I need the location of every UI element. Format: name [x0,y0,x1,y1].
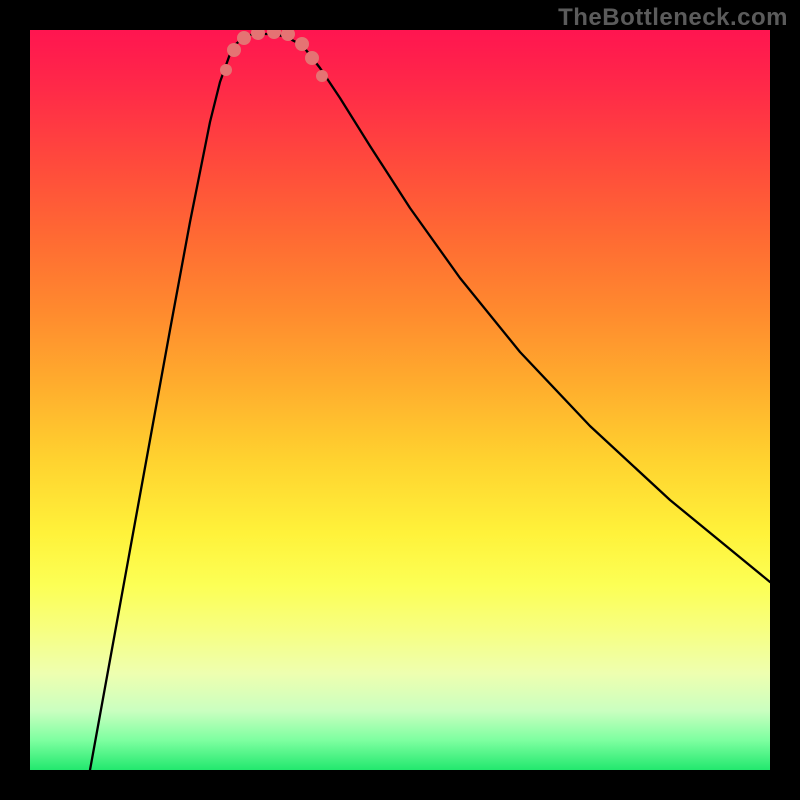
chart-frame: TheBottleneck.com [0,0,800,800]
curve-markers [220,30,328,82]
curve-marker [295,37,309,51]
plot-area [30,30,770,770]
curve-marker [267,30,281,39]
curve-marker [305,51,319,65]
curve-marker [237,31,251,45]
curve-layer [30,30,770,770]
curve-marker [227,43,241,57]
bottleneck-curve [90,34,770,770]
watermark-text: TheBottleneck.com [558,4,788,32]
curve-marker [316,70,328,82]
curve-marker [220,64,232,76]
curve-marker [251,30,265,40]
